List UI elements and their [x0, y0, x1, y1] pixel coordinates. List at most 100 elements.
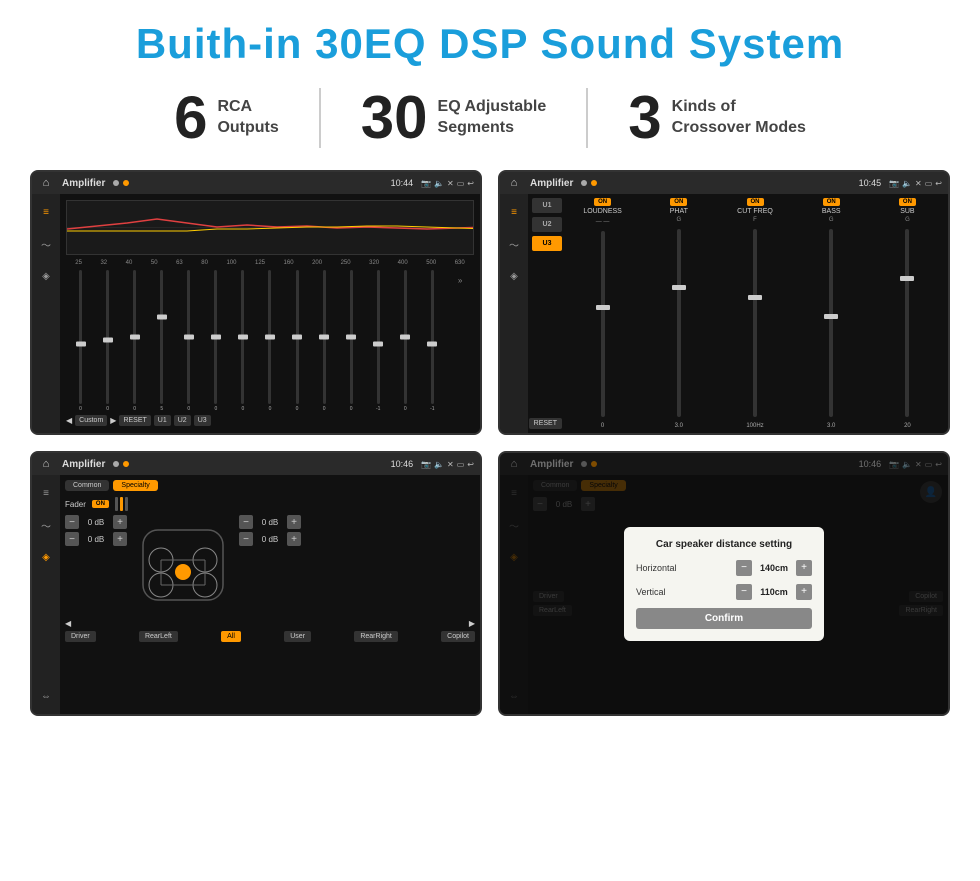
slider-track-6[interactable]	[214, 270, 217, 404]
back-icon-3[interactable]: ↩	[467, 460, 474, 469]
crossover-sidebar: ≡ 〜 ◈	[500, 194, 528, 433]
btn-rearright[interactable]: RearRight	[354, 631, 398, 642]
crossover-time: 10:45	[859, 178, 882, 188]
gain-minus-3[interactable]: −	[239, 515, 253, 529]
btn-all[interactable]: All	[221, 631, 241, 642]
slider-track-2[interactable]	[106, 270, 109, 404]
gain-minus-2[interactable]: −	[65, 532, 79, 546]
back-icon-2[interactable]: ↩	[935, 179, 942, 188]
eq-prev-btn[interactable]: ◀	[66, 416, 72, 425]
btn-driver[interactable]: Driver	[65, 631, 96, 642]
preset-u3[interactable]: U3	[532, 236, 562, 251]
freq-100: 100	[226, 260, 236, 266]
slider-track-4[interactable]	[160, 270, 163, 404]
wave-icon[interactable]: 〜	[36, 234, 56, 254]
back-icon[interactable]: ↩	[467, 179, 474, 188]
gain-minus-1[interactable]: −	[65, 515, 79, 529]
label-cutfreq: CUT FREQ	[737, 208, 773, 215]
gain-row-1: − 0 dB +	[65, 515, 127, 529]
eq-slider-13: 0	[393, 270, 418, 412]
slider-track-9[interactable]	[296, 270, 299, 404]
crossover-main-area: U1 U2 U3 RESET ON LOUDNESS — —	[528, 194, 948, 433]
volume-icon-3: 🔈	[434, 460, 444, 469]
slider-cutfreq[interactable]	[753, 229, 757, 417]
confirm-button[interactable]: Confirm	[636, 608, 812, 629]
label-bass: BASS	[822, 208, 841, 215]
eq-reset-btn[interactable]: RESET	[119, 415, 150, 426]
stat-label-rca: RCAOutputs	[217, 97, 278, 139]
slider-track-8[interactable]	[268, 270, 271, 404]
slider-track-1[interactable]	[79, 270, 82, 404]
eq-slider-11: 0	[339, 270, 364, 412]
wave-icon-2[interactable]: 〜	[504, 234, 524, 254]
slider-bass[interactable]	[829, 229, 833, 417]
slider-sub[interactable]	[905, 229, 909, 417]
home-icon-2[interactable]: ⌂	[506, 175, 522, 191]
slider-track-11[interactable]	[350, 270, 353, 404]
eq-mode-label: Custom	[75, 415, 107, 426]
eq-u2-btn[interactable]: U2	[174, 415, 191, 426]
gain-plus-2[interactable]: +	[113, 532, 127, 546]
horizontal-minus[interactable]: −	[736, 560, 752, 576]
home-icon[interactable]: ⌂	[38, 175, 54, 191]
wave-icon-3[interactable]: 〜	[36, 515, 56, 535]
slider-track-expand[interactable]: »	[458, 270, 461, 410]
slider-track-5[interactable]	[187, 270, 190, 404]
eq-icon-2[interactable]: ≡	[504, 202, 524, 222]
eq-next-btn[interactable]: ▶	[110, 416, 116, 425]
label-phat: PHAT	[670, 208, 688, 215]
speaker-icon-3[interactable]: ◈	[36, 547, 56, 567]
slider-track-3[interactable]	[133, 270, 136, 404]
camera-icon-3: 📷	[421, 460, 431, 469]
nav-right[interactable]: ▶	[469, 619, 475, 628]
slider-track-7[interactable]	[241, 270, 244, 404]
slider-phat[interactable]	[677, 229, 681, 417]
gain-minus-4[interactable]: −	[239, 532, 253, 546]
toggle-loudness[interactable]: ON	[594, 198, 611, 206]
stat-label-eq: EQ AdjustableSegments	[438, 97, 547, 139]
camera-icon: 📷	[421, 179, 431, 188]
toggle-phat[interactable]: ON	[670, 198, 687, 206]
speaker-icon-2[interactable]: ◈	[504, 266, 524, 286]
vertical-plus[interactable]: +	[796, 584, 812, 600]
toggle-cutfreq[interactable]: ON	[747, 198, 764, 206]
nav-left[interactable]: ◀	[65, 619, 71, 628]
dialog-overlay: Car speaker distance setting Horizontal …	[500, 453, 948, 714]
toggle-bass[interactable]: ON	[823, 198, 840, 206]
speaker-icon[interactable]: ◈	[36, 266, 56, 286]
eq-icon-3[interactable]: ≡	[36, 483, 56, 503]
slider-track-10[interactable]	[323, 270, 326, 404]
eq-slider-9: 0	[285, 270, 310, 412]
dialog-screen-card: ⌂ Amplifier 10:46 📷 🔈 ✕ ▭ ↩ ≡ 〜 ◈	[498, 451, 950, 716]
mini-slider-3	[125, 497, 128, 511]
eq-u1-btn[interactable]: U1	[154, 415, 171, 426]
arrows-icon[interactable]: ⇔	[36, 686, 56, 706]
preset-u1[interactable]: U1	[532, 198, 562, 213]
tab-common[interactable]: Common	[65, 480, 109, 491]
fader-on-badge[interactable]: ON	[92, 500, 109, 508]
gain-value-2: 0 dB	[82, 535, 110, 544]
horizontal-control: − 140cm +	[736, 560, 812, 576]
home-icon-3[interactable]: ⌂	[38, 456, 54, 472]
btn-rearleft[interactable]: RearLeft	[139, 631, 178, 642]
btn-user[interactable]: User	[284, 631, 311, 642]
crossover-screen-card: ⌂ Amplifier 10:45 📷 🔈 ✕ ▭ ↩ ≡ 〜 ◈	[498, 170, 950, 435]
gain-plus-4[interactable]: +	[287, 532, 301, 546]
btn-copilot[interactable]: Copilot	[441, 631, 475, 642]
slider-track-14[interactable]	[431, 270, 434, 404]
eq-u3-btn[interactable]: U3	[194, 415, 211, 426]
slider-track-13[interactable]	[404, 270, 407, 404]
slider-loudness[interactable]	[601, 231, 605, 417]
gain-plus-3[interactable]: +	[287, 515, 301, 529]
car-svg	[133, 515, 233, 615]
freq-125: 125	[255, 260, 265, 266]
horizontal-plus[interactable]: +	[796, 560, 812, 576]
vertical-minus[interactable]: −	[736, 584, 752, 600]
slider-track-12[interactable]	[377, 270, 380, 404]
gain-plus-1[interactable]: +	[113, 515, 127, 529]
eq-icon[interactable]: ≡	[36, 202, 56, 222]
crossover-reset-btn[interactable]: RESET	[529, 418, 562, 429]
tab-specialty[interactable]: Specialty	[113, 480, 157, 491]
toggle-sub[interactable]: ON	[899, 198, 916, 206]
preset-u2[interactable]: U2	[532, 217, 562, 232]
